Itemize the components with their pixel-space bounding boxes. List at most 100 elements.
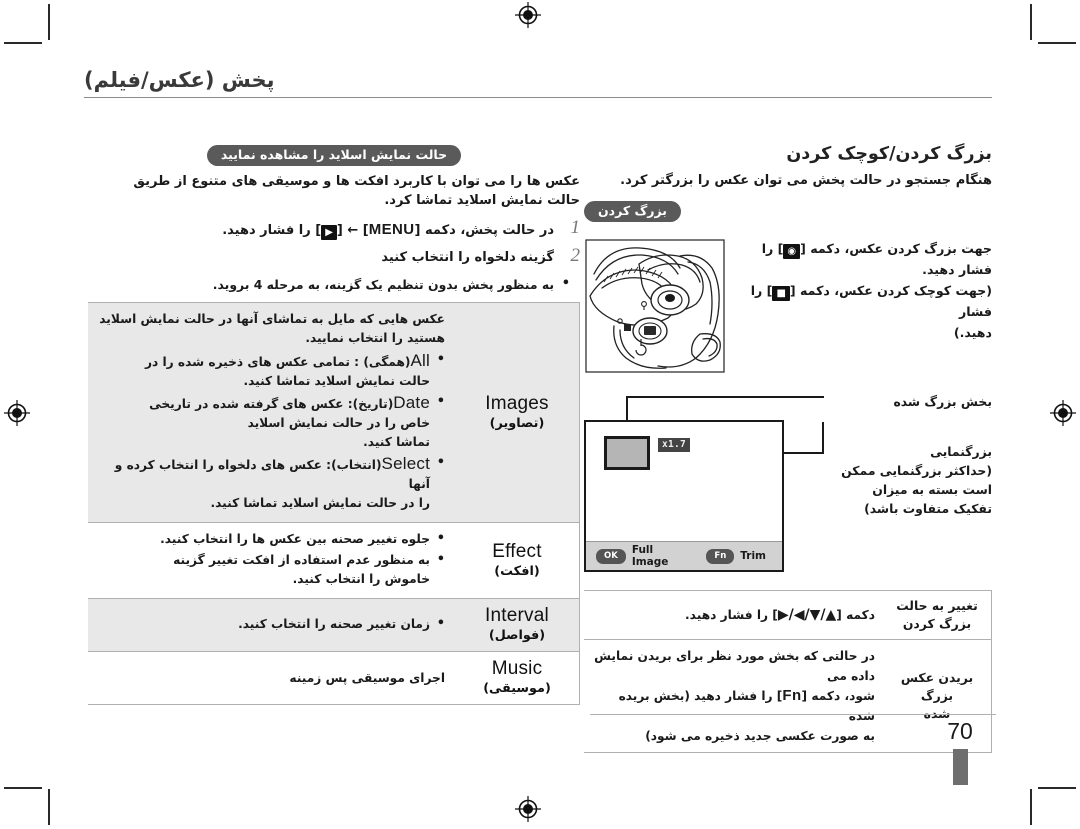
table-row: Images (تصاویر) عکس هایی که مایل به تماش… — [88, 302, 580, 523]
row-label-switch-to-zoom: تغییر به حالت بزرگ کردن — [883, 590, 992, 640]
desc-line3: به صورت عکسی جدید ذخیره می شود) — [645, 729, 875, 743]
dpad-arrows-icon: ▲/▼/◀/▶ — [777, 607, 837, 623]
effect-desc-line2: خاموش را انتخاب کنید. — [292, 572, 430, 586]
option-date-fa: (تاریخ) — [352, 397, 394, 411]
interval-option-list: زمان تغییر صحنه را انتخاب کنید. — [98, 614, 445, 634]
page-footer: 70 — [900, 718, 1020, 785]
menu-button-token: MENU — [368, 221, 415, 238]
table-row: تغییر به حالت بزرگ کردن دکمه [▲/▼/◀/▶] ر… — [584, 590, 992, 640]
crop-mark-bottom-right-vertical — [1030, 789, 1032, 825]
option-label-music-en: Music — [491, 658, 543, 679]
option-label-music: Music (موسیقی) — [455, 651, 580, 705]
option-date-desc-line3: تماشا کنید. — [363, 435, 430, 449]
registration-mark-left — [4, 400, 30, 426]
enlarge-line-3: دهید.) — [953, 325, 992, 340]
header-divider — [84, 97, 992, 98]
enlarge-line-1: جهت بزرگ کردن عکس، دکمه [◉] را فشار دهید… — [761, 241, 992, 277]
row-label-line2: بزرگ کردن — [902, 616, 972, 631]
images-intro-line2: هستید را انتخاب نمایید. — [305, 331, 445, 345]
option-label-interval-fa: (فواصل) — [488, 628, 546, 643]
playback-button-icon: ▶ — [321, 225, 337, 240]
list-item: جلوه تغییر صحنه بین عکس ها را انتخاب کنی… — [98, 529, 445, 549]
page-number: 70 — [947, 718, 973, 744]
page-header: پخش (عکس/فیلم) — [84, 68, 992, 98]
option-desc-interval: زمان تغییر صحنه را انتخاب کنید. — [88, 598, 455, 652]
option-desc-images: عکس هایی که مایل به تماشای آنها در حالت … — [88, 302, 455, 523]
list-item: Date(تاریخ): عکس های گرفته شده در تاریخی… — [98, 392, 445, 452]
registration-mark-bottom — [515, 796, 541, 822]
fn-key-label: Trim — [740, 550, 766, 562]
step-2-number: 2 — [570, 245, 581, 266]
badge-slideshow: حالت نمایش اسلاید را مشاهده نمایید — [206, 145, 462, 166]
crop-mark-top-right-vertical — [1030, 4, 1032, 40]
slideshow-steps: 1 در حالت پخش، دکمه [MENU] ← [▶] را فشار… — [88, 217, 581, 294]
zoom-out-button-icon: ■ — [772, 286, 790, 301]
slideshow-options-table: Images (تصاویر) عکس هایی که مایل به تماش… — [88, 302, 580, 705]
option-desc-music: اجرای موسیقی پس زمینه — [88, 651, 455, 705]
option-select-desc-line2: را در حالت نمایش اسلاید تماشا کنید. — [210, 496, 430, 510]
lcd-preview-area: x1.7 OK Full Image Fn Trim بخش بزرگ شده … — [584, 392, 992, 584]
row-desc-trim-image: در حالتی که بخش مورد نظر برای بریدن نمای… — [584, 639, 883, 753]
slideshow-intro-line1: عکس ها را می توان با کاربرد افکت ها و مو… — [133, 174, 580, 189]
option-label-interval-en: Interval — [485, 605, 549, 626]
callout-magnification: بزرگنمایی (حداکثر بزرگنمایی ممکن است بست… — [824, 442, 992, 518]
fn-key-icon[interactable]: Fn — [706, 548, 735, 564]
option-label-images: Images (تصاویر) — [455, 302, 580, 523]
ok-key-icon[interactable]: OK — [596, 548, 626, 564]
option-select-fa: (انتخاب) — [331, 458, 382, 472]
crop-mark-bottom-left-vertical — [48, 789, 50, 825]
list-item: زمان تغییر صحنه را انتخاب کنید. — [98, 614, 445, 634]
enlarge-instruction-block: جهت بزرگ کردن عکس، دکمه [◉] را فشار دهید… — [584, 234, 992, 384]
row-label-line1: بریدن عکس بزرگ — [900, 670, 974, 703]
callout-enlarged-part: بخش بزرگ شده — [893, 394, 992, 409]
callout-magnification-line1: بزرگنمایی — [930, 444, 992, 459]
images-intro-line1: عکس هایی که مایل به تماشای آنها در حالت … — [99, 312, 445, 326]
enlarge-line-2: (جهت کوچک کردن عکس، دکمه [■] را فشار — [750, 283, 992, 319]
option-label-effect: Effect (افکت) — [455, 522, 580, 599]
crop-mark-bottom-right-horizontal — [1038, 787, 1076, 789]
ok-key-label: Full Image — [631, 544, 669, 568]
row-desc-switch-to-zoom: دکمه [▲/▼/◀/▶] را فشار دهید. — [584, 590, 883, 640]
leader-line-top-horizontal — [626, 396, 824, 398]
option-label-interval: Interval (فواصل) — [455, 598, 580, 652]
list-item: به منظور عدم استفاده از افکت تغییر گزینه… — [98, 550, 445, 589]
step-1: 1 در حالت پخش، دکمه [MENU] ← [▶] را فشار… — [222, 217, 580, 240]
desc-line2: شود، دکمه [Fn] را فشار دهید (بخش بریده ش… — [618, 687, 875, 723]
table-row: Interval (فواصل) زمان تغییر صحنه را انتخ… — [88, 598, 580, 652]
option-label-music-fa: (موسیقی) — [483, 681, 551, 696]
step-2-sub-bullet: به منظور پخش بدون تنظیم یک گزینه، به مرح… — [88, 274, 580, 294]
option-all-en: All — [410, 351, 430, 370]
option-label-effect-fa: (افکت) — [494, 563, 540, 579]
lcd-soft-key-bar: OK Full Image Fn Trim — [586, 541, 782, 570]
option-label-effect-en: Effect — [492, 540, 542, 562]
lcd-screen-mock: x1.7 OK Full Image Fn Trim — [584, 420, 784, 572]
page-thumb-index-bar — [952, 749, 968, 785]
slideshow-intro-line2: حالت نمایش اسلاید تماشا کرد. — [384, 193, 580, 208]
table-row: Music (موسیقی) اجرای موسیقی پس زمینه — [88, 651, 580, 705]
fn-button-token: Fn — [782, 687, 802, 704]
registration-mark-top — [515, 2, 541, 28]
zoom-in-button-icon: ◉ — [783, 244, 801, 259]
option-select-en: Select — [381, 454, 430, 473]
option-date-desc-line2: خاص را در حالت نمایش اسلاید — [247, 416, 430, 430]
images-option-list: All(همگی) : تمامی عکس های ذخیره شده را د… — [98, 350, 445, 513]
step-2: 2 گزینه دلخواه را انتخاب کنید — [88, 245, 581, 268]
callout-magnification-line2: (حداکثر بزرگنمایی ممکن — [841, 463, 992, 478]
list-item: Select(انتخاب): عکس های دلخواه را انتخاب… — [98, 453, 445, 513]
row-label-line1: تغییر به حالت — [896, 598, 978, 613]
lcd-zoom-ratio: x1.7 — [658, 438, 691, 452]
registration-mark-right — [1050, 400, 1076, 426]
option-label-images-en: Images — [485, 392, 549, 414]
camera-top-view-illustration — [584, 234, 726, 378]
desc-line1: در حالتی که بخش مورد نظر برای بریدن نمای… — [594, 649, 875, 683]
callout-magnification-line3: است بسته به میزان — [872, 482, 992, 497]
option-date-en: Date — [393, 393, 430, 412]
section-title-zoom: بزرگ کردن/کوچک کردن — [786, 144, 992, 164]
enlarge-instruction-text: جهت بزرگ کردن عکس، دکمه [◉] را فشار دهید… — [742, 238, 992, 343]
option-all-desc-line2: حالت نمایش اسلاید تماشا کنید. — [243, 374, 430, 388]
badge-enlarge: بزرگ کردن — [584, 201, 681, 222]
option-desc-effect: جلوه تغییر صحنه بین عکس ها را انتخاب کنی… — [88, 522, 455, 599]
crop-mark-top-left-vertical — [48, 4, 50, 40]
callout-magnification-line4: تفکیک متفاوت باشد) — [864, 501, 992, 516]
lcd-enlarged-region-box — [604, 436, 650, 470]
